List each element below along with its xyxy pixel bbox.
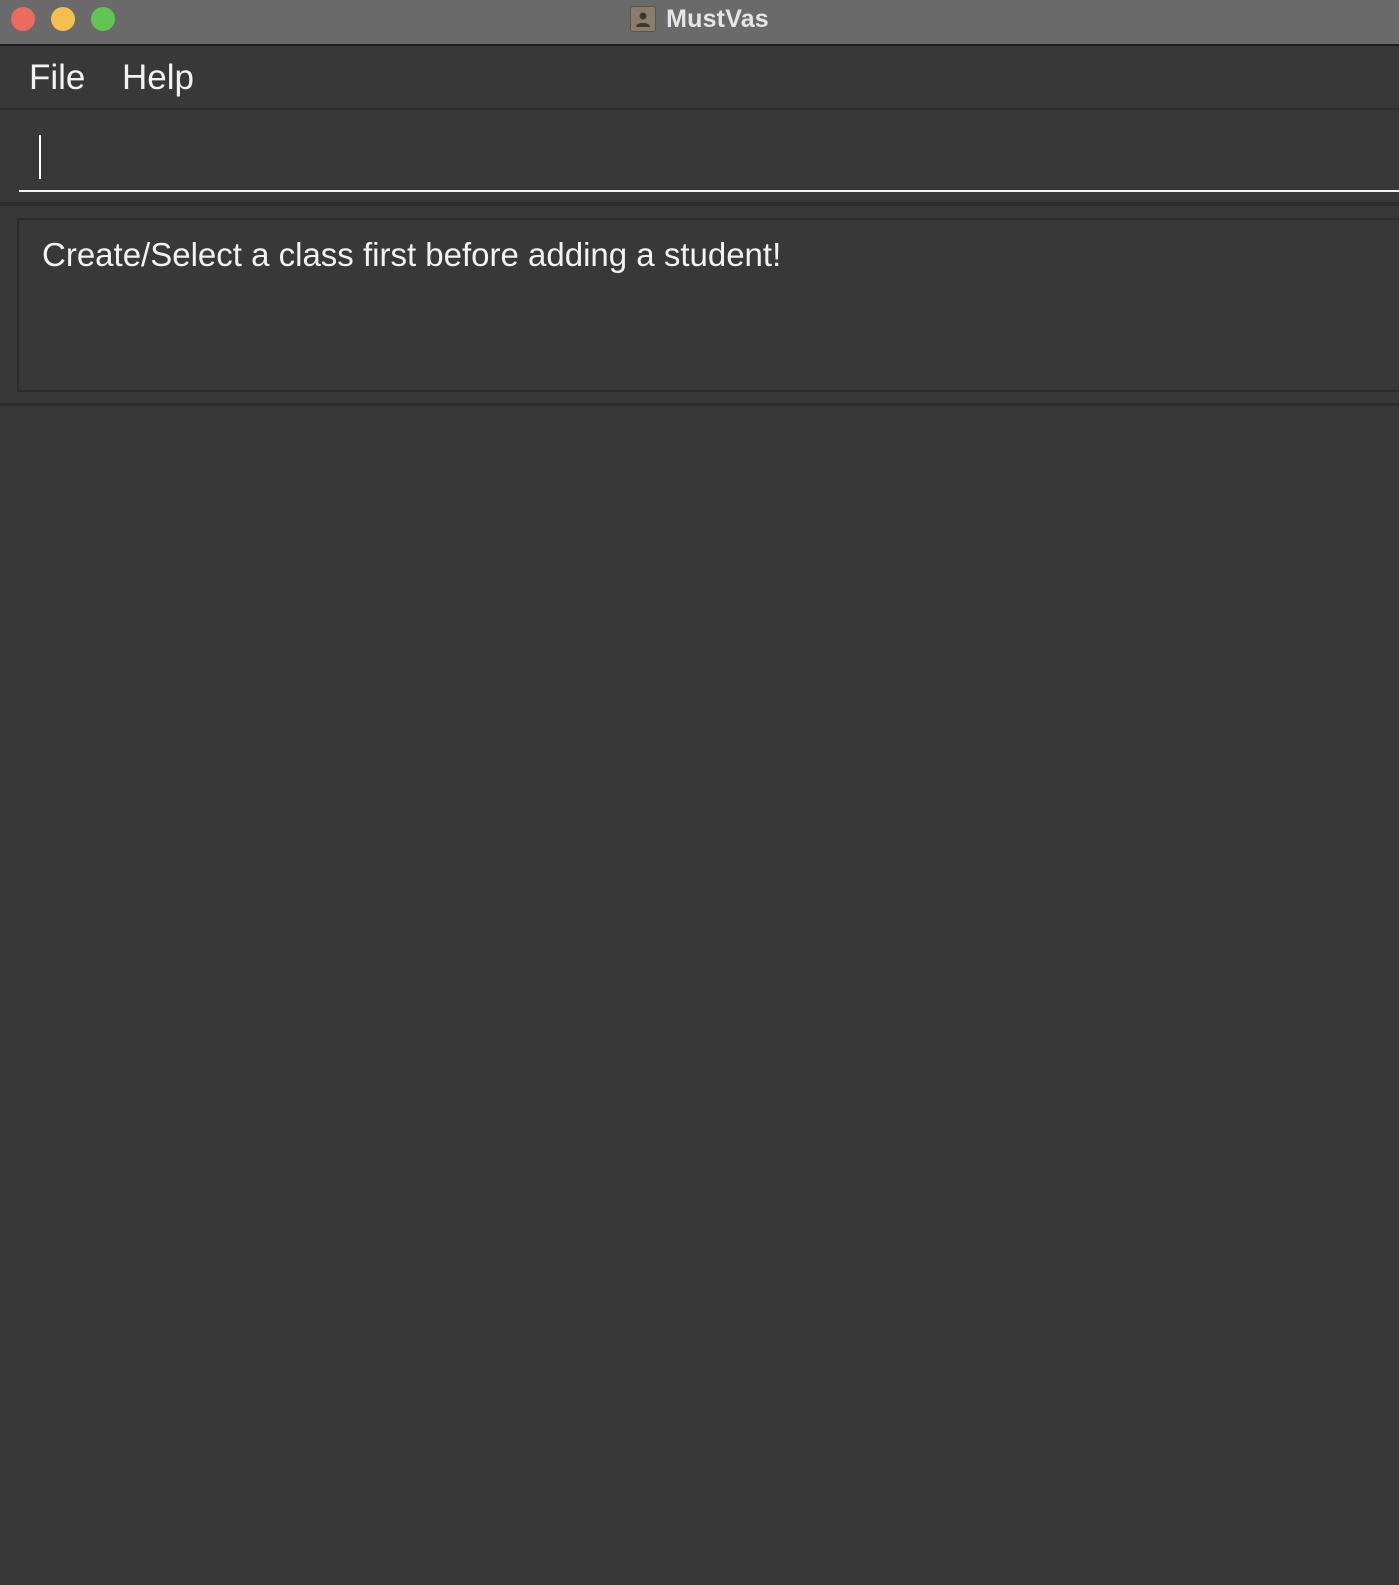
menu-help[interactable]: Help xyxy=(122,56,194,100)
window-title: MustVas xyxy=(666,4,769,33)
menu-file[interactable]: File xyxy=(29,56,85,100)
result-display-panel: Create/Select a class first before addin… xyxy=(0,206,1399,406)
menu-bar: File Help xyxy=(0,46,1399,110)
app-window: MustVas File Help Create/Select a class … xyxy=(0,0,1399,1585)
command-input[interactable] xyxy=(19,122,1399,192)
contact-card-icon xyxy=(630,6,657,32)
result-message: Create/Select a class first before addin… xyxy=(42,236,782,273)
main-content-area xyxy=(0,406,1399,1585)
command-box-panel xyxy=(0,110,1399,206)
title-group: MustVas xyxy=(0,0,1399,38)
title-bar[interactable]: MustVas xyxy=(0,0,1399,46)
text-cursor xyxy=(39,135,41,179)
result-display-box[interactable]: Create/Select a class first before addin… xyxy=(17,218,1399,392)
